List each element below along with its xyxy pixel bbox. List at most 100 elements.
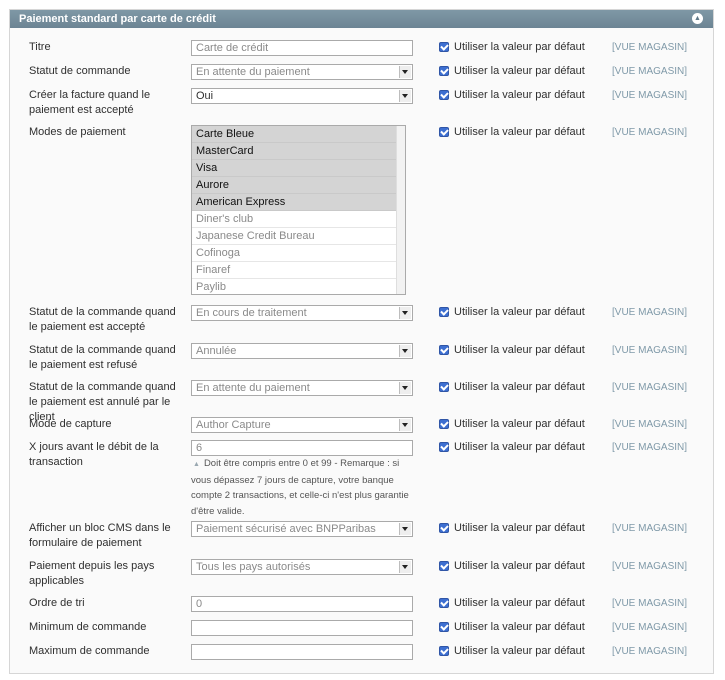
min-order-input[interactable] [191,620,413,636]
title-use-default-checkbox[interactable] [439,42,449,52]
status-refused-label: Statut de la commande quand le paiement … [29,344,176,371]
min-order-label: Minimum de commande [29,621,147,633]
payment-modes-use-default-label: Utiliser la valeur par défaut [454,126,585,138]
countries-label: Paiement depuis les pays applicables [29,560,155,587]
dropdown-arrow-icon [399,419,411,431]
status-cancelled-select[interactable]: En attente du paiement [191,380,413,396]
sort-order-use-default-checkbox[interactable] [439,598,449,608]
order-status-label: Statut de commande [29,65,131,77]
sort-order-input[interactable]: 0 [191,596,413,612]
title-use-default-label: Utiliser la valeur par défaut [454,41,585,53]
create-invoice-scope-label: [VUE MAGASIN] [612,90,688,101]
payment-modes-scope-label: [VUE MAGASIN] [612,127,688,138]
countries-select[interactable]: Tous les pays autorisés [191,559,413,575]
cms-block-scope-label: [VUE MAGASIN] [612,523,688,534]
title-label: Titre [29,41,51,53]
capture-days-scope-label: [VUE MAGASIN] [612,442,688,453]
create-invoice-use-default-label: Utiliser la valeur par défaut [454,89,585,101]
title-scope-label: [VUE MAGASIN] [612,42,688,53]
payment-mode-option[interactable]: Visa [192,160,397,177]
payment-mode-option[interactable]: Diner's club [192,211,397,228]
payment-config-panel: Paiement standard par carte de crédit ▲ … [9,9,714,674]
capture-days-label: X jours avant le débit de la transaction [29,441,159,468]
status-accepted-select[interactable]: En cours de traitement [191,305,413,321]
capture-days-input[interactable]: 6 [191,440,413,456]
payment-mode-option[interactable]: Paylib [192,279,397,294]
cms-block-value: Paiement sécurisé avec BNPParibas [196,523,376,535]
max-order-input[interactable] [191,644,413,660]
status-accepted-use-default-checkbox[interactable] [439,307,449,317]
dropdown-arrow-icon [399,307,411,319]
payment-mode-option[interactable]: Carte Bleue [192,126,397,143]
payment-mode-option[interactable]: American Express [192,194,397,211]
order-status-select[interactable]: En attente du paiement [191,64,413,80]
min-order-use-default-label: Utiliser la valeur par défaut [454,621,585,633]
order-status-use-default-label: Utiliser la valeur par défaut [454,65,585,77]
payment-modes-label: Modes de paiement [29,126,126,138]
cms-block-use-default-checkbox[interactable] [439,523,449,533]
multiselect-scrollbar[interactable] [396,126,405,294]
cms-block-select[interactable]: Paiement sécurisé avec BNPParibas [191,521,413,537]
sort-order-scope-label: [VUE MAGASIN] [612,598,688,609]
capture-mode-use-default-checkbox[interactable] [439,419,449,429]
create-invoice-select[interactable]: Oui [191,88,413,104]
status-cancelled-value: En attente du paiement [196,382,310,394]
capture-days-note-text: Doit être compris entre 0 et 99 - Remarq… [191,458,409,517]
dropdown-arrow-icon [399,561,411,573]
countries-use-default-label: Utiliser la valeur par défaut [454,560,585,572]
min-order-scope-label: [VUE MAGASIN] [612,622,688,633]
create-invoice-label: Créer la facture quand le paiement est a… [29,89,151,116]
payment-modes-multiselect[interactable]: Carte Bleue MasterCard Visa Aurore Ameri… [191,125,406,295]
status-cancelled-use-default-checkbox[interactable] [439,382,449,392]
status-accepted-use-default-label: Utiliser la valeur par défaut [454,306,585,318]
payment-mode-option[interactable]: Cofinoga [192,245,397,262]
status-cancelled-scope-label: [VUE MAGASIN] [612,382,688,393]
countries-scope-label: [VUE MAGASIN] [612,561,688,572]
status-cancelled-use-default-label: Utiliser la valeur par défaut [454,381,585,393]
capture-mode-select[interactable]: Author Capture [191,417,413,433]
capture-mode-value: Author Capture [196,419,271,431]
max-order-scope-label: [VUE MAGASIN] [612,646,688,657]
payment-mode-option[interactable]: Aurore [192,177,397,194]
status-refused-use-default-checkbox[interactable] [439,345,449,355]
countries-use-default-checkbox[interactable] [439,561,449,571]
dropdown-arrow-icon [399,90,411,102]
payment-mode-option[interactable]: Japanese Credit Bureau [192,228,397,245]
panel-title: Paiement standard par carte de crédit [19,13,216,25]
dropdown-arrow-icon [399,523,411,535]
status-accepted-label: Statut de la commande quand le paiement … [29,306,176,333]
payment-mode-option[interactable]: Finaref [192,262,397,279]
capture-days-use-default-label: Utiliser la valeur par défaut [454,441,585,453]
status-refused-select[interactable]: Annulée [191,343,413,359]
max-order-use-default-label: Utiliser la valeur par défaut [454,645,585,657]
capture-mode-label: Mode de capture [29,418,112,430]
status-refused-use-default-label: Utiliser la valeur par défaut [454,344,585,356]
cms-block-use-default-label: Utiliser la valeur par défaut [454,522,585,534]
status-refused-scope-label: [VUE MAGASIN] [612,345,688,356]
max-order-use-default-checkbox[interactable] [439,646,449,656]
dropdown-arrow-icon [399,382,411,394]
status-accepted-scope-label: [VUE MAGASIN] [612,307,688,318]
title-input[interactable]: Carte de crédit [191,40,413,56]
chevron-up-icon[interactable]: ▲ [692,13,703,24]
capture-days-use-default-checkbox[interactable] [439,442,449,452]
capture-mode-use-default-label: Utiliser la valeur par défaut [454,418,585,430]
status-accepted-value: En cours de traitement [196,307,307,319]
capture-mode-scope-label: [VUE MAGASIN] [612,419,688,430]
order-status-scope-label: [VUE MAGASIN] [612,66,688,77]
min-order-use-default-checkbox[interactable] [439,622,449,632]
create-invoice-use-default-checkbox[interactable] [439,90,449,100]
status-refused-value: Annulée [196,345,237,357]
order-status-use-default-checkbox[interactable] [439,66,449,76]
payment-mode-option[interactable]: MasterCard [192,143,397,160]
cms-block-label: Afficher un bloc CMS dans le formulaire … [29,522,171,549]
order-status-value: En attente du paiement [196,66,310,78]
triangle-up-icon: ▲ [193,461,200,468]
dropdown-arrow-icon [399,345,411,357]
create-invoice-value: Oui [196,90,214,102]
payment-modes-use-default-checkbox[interactable] [439,127,449,137]
countries-value: Tous les pays autorisés [196,561,311,573]
sort-order-use-default-label: Utiliser la valeur par défaut [454,597,585,609]
panel-header[interactable]: Paiement standard par carte de crédit ▲ [10,10,713,28]
dropdown-arrow-icon [399,66,411,78]
